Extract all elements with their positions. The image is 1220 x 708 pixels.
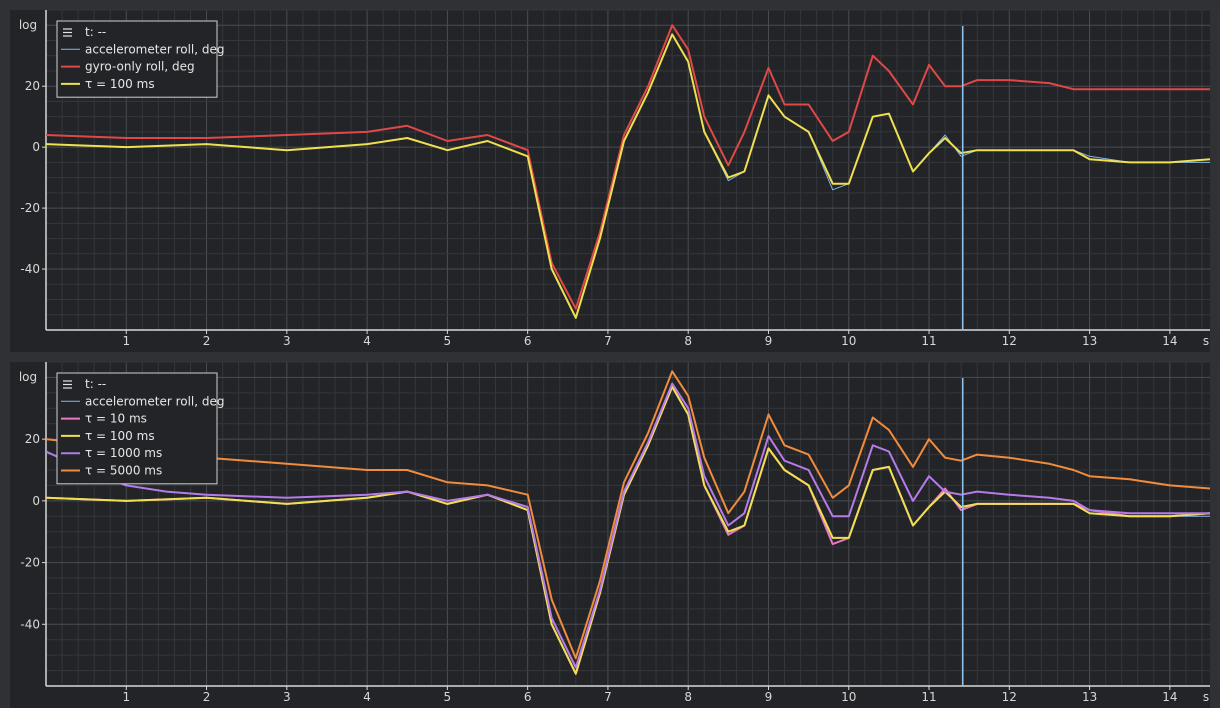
legend-label: accelerometer roll, deg	[85, 42, 225, 56]
x-tick-label: 12	[1002, 334, 1017, 348]
x-unit-label: s	[1203, 690, 1209, 704]
x-tick-label: 4	[363, 334, 371, 348]
x-tick-label: 8	[684, 690, 692, 704]
legend-label: τ = 100 ms	[85, 77, 155, 91]
chart-bottom-svg[interactable]: 1 2 3 4 5 6 7 8 9 10 11 12 13 14 s-40-20020log t: --acc…	[0, 352, 1220, 708]
y-tick-label: -20	[20, 201, 40, 215]
x-tick-label: 12	[1002, 690, 1017, 704]
x-tick-label: 2	[203, 690, 211, 704]
legend-label: τ = 1000 ms	[85, 446, 162, 460]
y-tick-label: 0	[32, 140, 40, 154]
y-tick-label: -40	[20, 262, 40, 276]
y-axis-label: log	[19, 18, 37, 32]
y-tick-label: -20	[20, 556, 40, 570]
y-axis-label: log	[19, 370, 37, 384]
legend[interactable]: t: -- accelerometer roll, deg τ = 10 ms τ =…	[56, 372, 225, 485]
y-tick-label: -40	[20, 617, 40, 631]
x-tick-label: 13	[1082, 690, 1097, 704]
x-unit-label: s	[1203, 334, 1209, 348]
x-tick-label: 7	[604, 690, 612, 704]
x-tick-label: 13	[1082, 334, 1097, 348]
y-tick-label: 0	[32, 494, 40, 508]
x-tick-label: 8	[684, 334, 692, 348]
legend-label: accelerometer roll, deg	[85, 394, 225, 408]
x-tick-label: 10	[841, 334, 856, 348]
x-tick-label: 3	[283, 334, 291, 348]
x-tick-label: 11	[921, 334, 936, 348]
legend-time-readout: t: --	[85, 25, 106, 39]
legend-label: τ = 100 ms	[85, 429, 155, 443]
legend-label: τ = 10 ms	[85, 412, 147, 426]
chart-top-svg[interactable]: 1 2 3 4 5 6 7 8 9 10 11 12 13 14 s-40-20020log t: --acc…	[0, 0, 1220, 352]
x-tick-label: 7	[604, 334, 612, 348]
x-tick-label: 10	[841, 690, 856, 704]
x-tick-label: 11	[921, 690, 936, 704]
y-tick-label: 20	[25, 432, 40, 446]
x-tick-label: 9	[765, 690, 773, 704]
x-tick-label: 6	[524, 334, 532, 348]
x-tick-label: 5	[444, 690, 452, 704]
legend-label: τ = 5000 ms	[85, 464, 162, 478]
legend-label: gyro-only roll, deg	[85, 60, 195, 74]
chart-panel-bottom[interactable]: 1 2 3 4 5 6 7 8 9 10 11 12 13 14 s -40 -20 0 20 log t: -- acc…	[0, 352, 1220, 708]
legend[interactable]: t: -- accelerometer roll, deg gyro-only ro…	[56, 20, 225, 98]
x-tick-label: 2	[203, 334, 211, 348]
x-tick-label: 1	[122, 334, 130, 348]
y-tick-label: 20	[25, 79, 40, 93]
x-tick-label: 9	[765, 334, 773, 348]
x-tick-label: 3	[283, 690, 291, 704]
x-tick-label: 6	[524, 690, 532, 704]
x-tick-label: 14	[1162, 690, 1177, 704]
chart-panel-top[interactable]: 1 2 3 4 5 6 7 8 9 10 11 12 13 14 s -40 -20 0 20 log t: -- acc…	[0, 0, 1220, 352]
legend-time-readout: t: --	[85, 377, 106, 391]
x-tick-label: 1	[122, 690, 130, 704]
x-tick-label: 14	[1162, 334, 1177, 348]
x-tick-label: 5	[444, 334, 452, 348]
x-tick-label: 4	[363, 690, 371, 704]
